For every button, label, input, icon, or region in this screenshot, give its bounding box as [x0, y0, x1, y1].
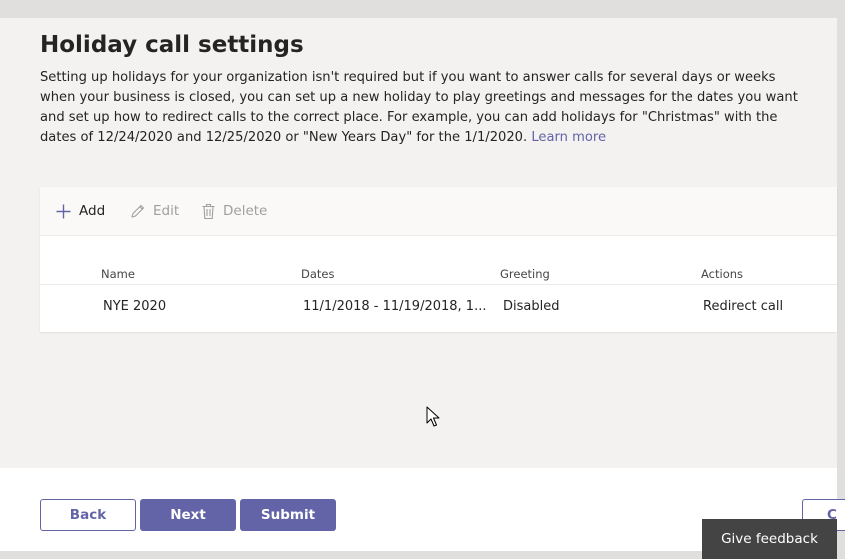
- mouse-pointer-icon: [426, 406, 440, 427]
- page-description: Setting up holidays for your organizatio…: [40, 68, 810, 148]
- next-button[interactable]: Next: [140, 499, 236, 531]
- holidays-panel: Add Edit Delete Name Dates Greeting Acti…: [40, 187, 837, 332]
- table-row[interactable]: NYE 2020 11/1/2018 - 11/19/2018, 1... Di…: [40, 284, 837, 333]
- edit-button[interactable]: Edit: [129, 199, 179, 223]
- row-name-cell: NYE 2020: [103, 299, 167, 314]
- learn-more-link[interactable]: Learn more: [531, 130, 606, 145]
- give-feedback-button[interactable]: Give feedback: [702, 519, 837, 559]
- right-scroll-edge: [837, 0, 845, 559]
- column-header-dates[interactable]: Dates: [301, 267, 334, 281]
- add-label: Add: [79, 203, 106, 219]
- holidays-toolbar: Add Edit Delete: [40, 187, 837, 236]
- trash-icon: [202, 203, 215, 219]
- row-greeting-cell: Disabled: [503, 299, 560, 314]
- column-header-name[interactable]: Name: [101, 267, 135, 281]
- edit-label: Edit: [153, 203, 180, 219]
- top-strip: [0, 0, 845, 18]
- row-action-cell: Redirect call: [703, 299, 784, 314]
- submit-button[interactable]: Submit: [240, 499, 336, 531]
- delete-label: Delete: [223, 203, 268, 219]
- back-button[interactable]: Back: [40, 499, 136, 531]
- plus-icon: [56, 204, 71, 218]
- row-dates-cell: 11/1/2018 - 11/19/2018, 1...: [303, 299, 487, 314]
- description-text: Setting up holidays for your organizatio…: [40, 70, 798, 145]
- column-header-actions[interactable]: Actions: [701, 267, 743, 281]
- column-header-greeting[interactable]: Greeting: [500, 267, 550, 281]
- delete-button[interactable]: Delete: [201, 199, 267, 223]
- pencil-icon: [131, 204, 145, 218]
- add-button[interactable]: Add: [55, 199, 105, 223]
- page-title: Holiday call settings: [40, 32, 304, 58]
